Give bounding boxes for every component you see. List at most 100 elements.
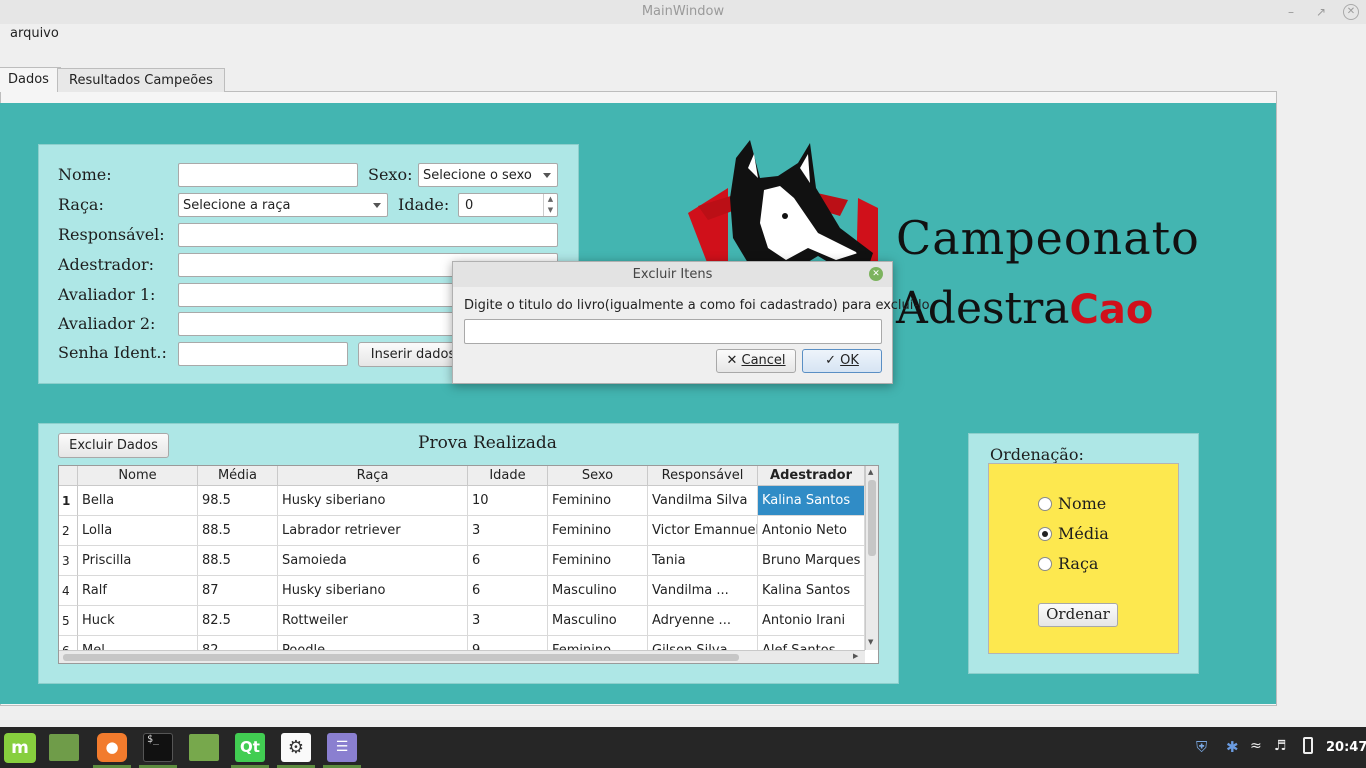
sexo-select[interactable]: Selecione o sexo xyxy=(418,163,558,187)
cell-responsavel[interactable]: Vandilma ... xyxy=(648,576,758,606)
cell-raca[interactable]: Samoieda xyxy=(278,546,468,576)
cell-nome[interactable]: Huck xyxy=(78,606,198,636)
col-header-adestrador[interactable]: Adestrador xyxy=(758,466,865,486)
shield-icon[interactable]: ⛨ xyxy=(1196,738,1207,756)
maximize-icon[interactable]: ↗ xyxy=(1313,4,1329,20)
col-header-media[interactable]: Média xyxy=(198,466,278,486)
table-row[interactable]: 1 Bella 98.5 Husky siberiano 10 Feminino… xyxy=(59,486,865,516)
cell-sexo[interactable]: Feminino xyxy=(548,516,648,546)
cell-media[interactable]: 82.5 xyxy=(198,606,278,636)
scroll-up-icon[interactable]: ▲ xyxy=(868,468,873,476)
tab-dados[interactable]: Dados xyxy=(0,67,61,92)
terminal-icon[interactable]: $_ xyxy=(143,733,173,762)
col-header-responsavel[interactable]: Responsável xyxy=(648,466,758,486)
scroll-down-icon[interactable]: ▼ xyxy=(868,638,873,646)
horizontal-scroll-thumb[interactable] xyxy=(63,654,739,661)
idade-spinbox[interactable]: 0 ▲ ▼ xyxy=(458,193,558,217)
cell-raca[interactable]: Rottweiler xyxy=(278,606,468,636)
mint-menu-icon[interactable]: m xyxy=(4,733,36,763)
cell-nome[interactable]: Bella xyxy=(78,486,198,516)
table-row[interactable]: 5 Huck 82.5 Rottweiler 3 Masculino Adrye… xyxy=(59,606,865,636)
scroll-right-icon[interactable]: ▶ xyxy=(853,652,858,660)
radio-nome[interactable] xyxy=(1038,497,1052,511)
cell-sexo[interactable]: Feminino xyxy=(548,486,648,516)
table-corner[interactable] xyxy=(59,466,78,486)
show-desktop-icon[interactable] xyxy=(49,734,79,761)
cell-media[interactable]: 98.5 xyxy=(198,486,278,516)
cell-nome[interactable]: Lolla xyxy=(78,516,198,546)
cell-adestrador[interactable]: Antonio Neto xyxy=(758,516,865,546)
close-icon: ✕ xyxy=(726,353,738,368)
cell-sexo[interactable]: Masculino xyxy=(548,576,648,606)
row-number: 1 xyxy=(59,486,78,516)
avaliador2-label: Avaliador 2: xyxy=(58,314,156,333)
horizontal-scrollbar[interactable]: ▶ xyxy=(59,650,865,663)
nome-input[interactable] xyxy=(178,163,358,187)
row-number: 2 xyxy=(59,516,78,546)
responsavel-input[interactable] xyxy=(178,223,558,247)
col-header-idade[interactable]: Idade xyxy=(468,466,548,486)
raca-select[interactable]: Selecione a raça xyxy=(178,193,388,217)
cell-nome[interactable]: Ralf xyxy=(78,576,198,606)
menu-bar: arquivo xyxy=(0,24,1366,44)
cell-idade[interactable]: 6 xyxy=(468,546,548,576)
cell-adestrador[interactable]: Bruno Marques xyxy=(758,546,865,576)
cell-sexo[interactable]: Masculino xyxy=(548,606,648,636)
cell-responsavel[interactable]: Victor Emannuel xyxy=(648,516,758,546)
dialog-close-icon[interactable]: ✕ xyxy=(869,267,883,281)
cell-responsavel[interactable]: Adryenne ... xyxy=(648,606,758,636)
cell-media[interactable]: 88.5 xyxy=(198,546,278,576)
dialog-cancel-button[interactable]: ✕ Cancel xyxy=(716,349,796,373)
cell-responsavel[interactable]: Tania xyxy=(648,546,758,576)
vertical-scroll-thumb[interactable] xyxy=(868,480,876,556)
cell-media[interactable]: 88.5 xyxy=(198,516,278,546)
cell-idade[interactable]: 6 xyxy=(468,576,548,606)
cell-media[interactable]: 87 xyxy=(198,576,278,606)
cell-adestrador[interactable]: Antonio Irani xyxy=(758,606,865,636)
radio-raca[interactable] xyxy=(1038,557,1052,571)
dialog-ok-button[interactable]: ✓ OK xyxy=(802,349,882,373)
wifi-icon[interactable]: ≈ xyxy=(1250,738,1262,754)
tab-resultados-campeoes[interactable]: Resultados Campeões xyxy=(57,68,225,92)
cell-adestrador[interactable]: Kalina Santos xyxy=(758,576,865,606)
spin-arrows-icon[interactable]: ▲ ▼ xyxy=(543,194,557,216)
table-row[interactable]: 4 Ralf 87 Husky siberiano 6 Masculino Va… xyxy=(59,576,865,606)
cell-idade[interactable]: 3 xyxy=(468,516,548,546)
volume-icon[interactable]: ♬ xyxy=(1274,738,1287,754)
senha-input[interactable] xyxy=(178,342,348,366)
col-header-raca[interactable]: Raça xyxy=(278,466,468,486)
gear-icon[interactable]: ⚙ xyxy=(281,733,311,762)
menu-arquivo[interactable]: arquivo xyxy=(10,26,59,41)
cell-raca[interactable]: Labrador retriever xyxy=(278,516,468,546)
table-row[interactable]: 2 Lolla 88.5 Labrador retriever 3 Femini… xyxy=(59,516,865,546)
col-header-nome[interactable]: Nome xyxy=(78,466,198,486)
cell-sexo[interactable]: Feminino xyxy=(548,546,648,576)
table-row[interactable]: 3 Priscilla 88.5 Samoieda 6 Feminino Tan… xyxy=(59,546,865,576)
excluir-dados-button[interactable]: Excluir Dados xyxy=(58,433,169,458)
radio-nome-label[interactable]: Nome xyxy=(1058,494,1106,513)
close-icon[interactable]: ✕ xyxy=(1343,4,1359,20)
firefox-icon[interactable]: ● xyxy=(97,733,127,762)
battery-icon[interactable] xyxy=(1303,737,1313,754)
cell-raca[interactable]: Husky siberiano xyxy=(278,576,468,606)
cell-raca[interactable]: Husky siberiano xyxy=(278,486,468,516)
files-icon[interactable] xyxy=(189,734,219,761)
results-table[interactable]: Nome Média Raça Idade Sexo Responsável A… xyxy=(58,465,879,664)
dialog-title-input[interactable] xyxy=(464,319,882,344)
radio-media[interactable] xyxy=(1038,527,1052,541)
minimize-icon[interactable]: – xyxy=(1283,4,1299,20)
cell-responsavel[interactable]: Vandilma Silva xyxy=(648,486,758,516)
clock[interactable]: 20:47 xyxy=(1326,740,1366,755)
col-header-sexo[interactable]: Sexo xyxy=(548,466,648,486)
vertical-scrollbar[interactable]: ▲ ▼ xyxy=(865,466,878,650)
qt-creator-icon[interactable]: Qt xyxy=(235,733,265,762)
cell-idade[interactable]: 3 xyxy=(468,606,548,636)
cell-adestrador-selected[interactable]: Kalina Santos xyxy=(758,486,865,516)
radio-media-label[interactable]: Média xyxy=(1058,524,1109,543)
text-editor-icon[interactable]: ☰ xyxy=(327,733,357,762)
ordenar-button[interactable]: Ordenar xyxy=(1038,603,1118,627)
cell-idade[interactable]: 10 xyxy=(468,486,548,516)
bluetooth-icon[interactable]: ✱ xyxy=(1226,738,1239,756)
cell-nome[interactable]: Priscilla xyxy=(78,546,198,576)
radio-raca-label[interactable]: Raça xyxy=(1058,554,1098,573)
